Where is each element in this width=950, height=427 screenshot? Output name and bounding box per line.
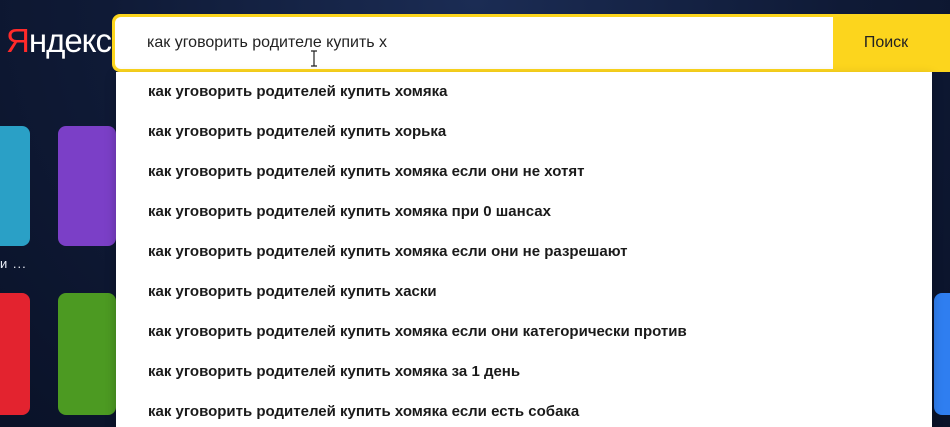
yandex-logo[interactable]: Яндекс — [6, 22, 112, 60]
search-bar: Поиск — [112, 14, 950, 72]
service-tile-blue[interactable] — [934, 293, 950, 415]
text-cursor-icon — [311, 50, 317, 67]
service-tile-purple[interactable] — [58, 126, 116, 246]
tile-caption: и ... — [0, 256, 27, 271]
search-button-arrow — [938, 14, 950, 72]
service-tile-green[interactable] — [58, 293, 116, 415]
suggestion-item[interactable]: как уговорить родителей купить хомяка ес… — [116, 232, 932, 272]
service-tile-red[interactable] — [0, 293, 30, 415]
suggestion-item[interactable]: как уговорить родителей купить хаски — [116, 272, 932, 312]
logo-rest: ндекс — [28, 22, 112, 59]
search-button[interactable]: Поиск — [834, 14, 938, 72]
suggestion-item[interactable]: как уговорить родителей купить хомяка пр… — [116, 192, 932, 232]
suggestion-item[interactable]: как уговорить родителей купить хорька — [116, 112, 932, 152]
logo-first-letter: Я — [6, 22, 30, 59]
search-input[interactable] — [115, 17, 833, 69]
suggestion-item[interactable]: как уговорить родителей купить хомяка — [116, 72, 932, 112]
suggestion-item[interactable]: как уговорить родителей купить хомяка ес… — [116, 312, 932, 352]
service-tile-teal[interactable] — [0, 126, 30, 246]
suggestion-item[interactable]: как уговорить родителей купить хомяка ес… — [116, 152, 932, 192]
suggestions-list: как уговорить родителей купить хомяка ка… — [116, 72, 932, 427]
suggestion-item[interactable]: как уговорить родителей купить хомяка ес… — [116, 392, 932, 427]
suggestion-item[interactable]: как уговорить родителей купить хомяка за… — [116, 352, 932, 392]
